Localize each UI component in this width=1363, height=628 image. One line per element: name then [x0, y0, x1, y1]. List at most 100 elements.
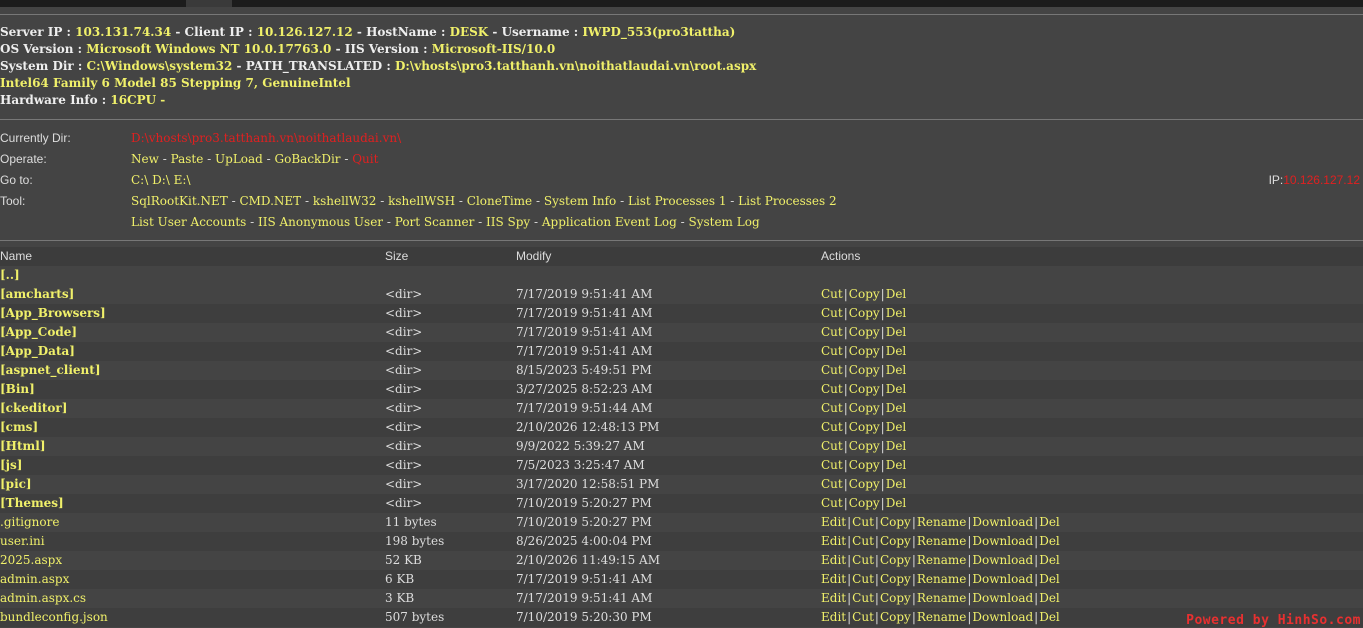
- del-action[interactable]: Del: [886, 287, 907, 301]
- rename-action[interactable]: Rename: [917, 534, 967, 548]
- copy-action[interactable]: Copy: [849, 382, 880, 396]
- drive-link-d[interactable]: D:\: [152, 173, 170, 187]
- copy-action[interactable]: Copy: [880, 515, 911, 529]
- del-action[interactable]: Del: [1039, 610, 1060, 624]
- copy-action[interactable]: Copy: [849, 287, 880, 301]
- tool-link-cmd-net[interactable]: CMD.NET: [239, 194, 301, 208]
- del-action[interactable]: Del: [886, 401, 907, 415]
- copy-action[interactable]: Copy: [880, 553, 911, 567]
- copy-action[interactable]: Copy: [849, 458, 880, 472]
- cut-action[interactable]: Cut: [821, 458, 843, 472]
- tool-link-list-processes-1[interactable]: List Processes 1: [628, 194, 726, 208]
- edit-action[interactable]: Edit: [821, 572, 846, 586]
- file-link[interactable]: user.ini: [0, 532, 45, 551]
- tool-link-kshellw32[interactable]: kshellW32: [313, 194, 377, 208]
- dir-link[interactable]: [App_Code]: [0, 323, 77, 342]
- tool-link-iis-anonymous-user[interactable]: IIS Anonymous User: [258, 215, 383, 229]
- del-action[interactable]: Del: [886, 439, 907, 453]
- file-link[interactable]: admin.aspx: [0, 570, 69, 589]
- rename-action[interactable]: Rename: [917, 553, 967, 567]
- tool-link-kshellwsh[interactable]: kshellWSH: [388, 194, 455, 208]
- parent-dir-link[interactable]: [..]: [0, 266, 20, 285]
- cut-action[interactable]: Cut: [821, 382, 843, 396]
- drive-link-c[interactable]: C:\: [131, 173, 148, 187]
- dir-link[interactable]: [Bin]: [0, 380, 35, 399]
- edit-action[interactable]: Edit: [821, 534, 846, 548]
- rename-action[interactable]: Rename: [917, 610, 967, 624]
- dir-link[interactable]: [cms]: [0, 418, 38, 437]
- del-action[interactable]: Del: [886, 382, 907, 396]
- operate-link-upload[interactable]: UpLoad: [215, 152, 263, 166]
- del-action[interactable]: Del: [1039, 572, 1060, 586]
- download-action[interactable]: Download: [972, 610, 1033, 624]
- del-action[interactable]: Del: [886, 344, 907, 358]
- copy-action[interactable]: Copy: [880, 572, 911, 586]
- dir-link[interactable]: [App_Browsers]: [0, 304, 106, 323]
- tool-link-iis-spy[interactable]: IIS Spy: [486, 215, 530, 229]
- del-action[interactable]: Del: [1039, 553, 1060, 567]
- tool-link-application-event-log[interactable]: Application Event Log: [542, 215, 677, 229]
- tool-link-port-scanner[interactable]: Port Scanner: [395, 215, 475, 229]
- cut-action[interactable]: Cut: [852, 572, 874, 586]
- copy-action[interactable]: Copy: [849, 306, 880, 320]
- cut-action[interactable]: Cut: [821, 401, 843, 415]
- edit-action[interactable]: Edit: [821, 610, 846, 624]
- operate-link-new[interactable]: New: [131, 152, 159, 166]
- download-action[interactable]: Download: [972, 572, 1033, 586]
- edit-action[interactable]: Edit: [821, 515, 846, 529]
- tool-link-system-log[interactable]: System Log: [688, 215, 759, 229]
- tool-link-clonetime[interactable]: CloneTime: [467, 194, 532, 208]
- rename-action[interactable]: Rename: [917, 591, 967, 605]
- dir-link[interactable]: [js]: [0, 456, 22, 475]
- del-action[interactable]: Del: [886, 306, 907, 320]
- del-action[interactable]: Del: [886, 496, 907, 510]
- file-link[interactable]: .gitignore: [0, 513, 59, 532]
- cut-action[interactable]: Cut: [821, 344, 843, 358]
- file-link[interactable]: bundleconfig.json: [0, 608, 108, 627]
- copy-action[interactable]: Copy: [880, 534, 911, 548]
- cut-action[interactable]: Cut: [821, 325, 843, 339]
- cut-action[interactable]: Cut: [821, 439, 843, 453]
- del-action[interactable]: Del: [886, 420, 907, 434]
- del-action[interactable]: Del: [886, 458, 907, 472]
- cut-action[interactable]: Cut: [821, 306, 843, 320]
- tool-link-system-info[interactable]: System Info: [544, 194, 616, 208]
- download-action[interactable]: Download: [972, 591, 1033, 605]
- cut-action[interactable]: Cut: [852, 610, 874, 624]
- dir-link[interactable]: [Themes]: [0, 494, 64, 513]
- edit-action[interactable]: Edit: [821, 591, 846, 605]
- dir-link[interactable]: [pic]: [0, 475, 32, 494]
- browser-tab[interactable]: [186, 0, 232, 7]
- file-link[interactable]: 2025.aspx: [0, 551, 62, 570]
- copy-action[interactable]: Copy: [849, 325, 880, 339]
- copy-action[interactable]: Copy: [849, 420, 880, 434]
- download-action[interactable]: Download: [972, 553, 1033, 567]
- del-action[interactable]: Del: [886, 477, 907, 491]
- cut-action[interactable]: Cut: [821, 363, 843, 377]
- operate-link-paste[interactable]: Paste: [171, 152, 204, 166]
- dir-link[interactable]: [ckeditor]: [0, 399, 67, 418]
- cut-action[interactable]: Cut: [852, 534, 874, 548]
- cut-action[interactable]: Cut: [821, 496, 843, 510]
- del-action[interactable]: Del: [1039, 591, 1060, 605]
- copy-action[interactable]: Copy: [849, 496, 880, 510]
- quit-link[interactable]: Quit: [352, 152, 378, 166]
- copy-action[interactable]: Copy: [849, 363, 880, 377]
- copy-action[interactable]: Copy: [880, 610, 911, 624]
- edit-action[interactable]: Edit: [821, 553, 846, 567]
- operate-link-gobackdir[interactable]: GoBackDir: [275, 152, 341, 166]
- cut-action[interactable]: Cut: [852, 515, 874, 529]
- copy-action[interactable]: Copy: [849, 401, 880, 415]
- download-action[interactable]: Download: [972, 534, 1033, 548]
- dir-link[interactable]: [aspnet_client]: [0, 361, 101, 380]
- file-link[interactable]: admin.aspx.cs: [0, 589, 86, 608]
- cut-action[interactable]: Cut: [821, 287, 843, 301]
- rename-action[interactable]: Rename: [917, 515, 967, 529]
- tool-link-sqlrootkit-net[interactable]: SqlRootKit.NET: [131, 194, 228, 208]
- del-action[interactable]: Del: [1039, 534, 1060, 548]
- tool-link-list-processes-2[interactable]: List Processes 2: [738, 194, 836, 208]
- cut-action[interactable]: Cut: [821, 420, 843, 434]
- del-action[interactable]: Del: [1039, 515, 1060, 529]
- cut-action[interactable]: Cut: [852, 553, 874, 567]
- copy-action[interactable]: Copy: [849, 439, 880, 453]
